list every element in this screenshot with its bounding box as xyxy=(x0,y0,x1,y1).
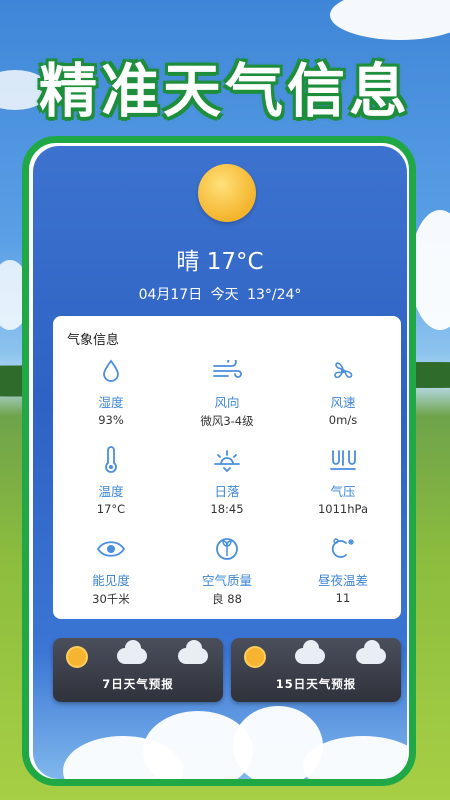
thermometer-icon xyxy=(53,445,169,475)
date-line: 04月17日 今天 13°/24° xyxy=(138,287,302,303)
info-item-air-quality: 空气质量 良 88 xyxy=(169,534,285,607)
wind-speed-icon xyxy=(285,356,401,386)
seven-day-forecast-label: 7日天气预报 xyxy=(102,677,174,691)
wind-direction-icon xyxy=(169,356,285,386)
partly-cloudy-icon xyxy=(294,640,325,664)
sun-icon xyxy=(68,648,87,666)
cloud-icon xyxy=(355,640,386,664)
card-title: 气象信息 xyxy=(67,333,120,348)
humidity-icon xyxy=(53,356,169,386)
info-item-visibility: 能见度 30千米 xyxy=(53,534,169,607)
forecast-weather-icons xyxy=(53,640,223,666)
leaf-icon xyxy=(169,534,285,564)
info-item-temperature: 温度 17°C xyxy=(53,445,169,516)
weather-info-card: 气象信息 湿度 93% 风向 微风3-4级 风速 0m/s 温度 17°C 日落… xyxy=(53,316,401,619)
info-item-wind-direction: 风向 微风3-4级 xyxy=(169,356,285,429)
promo-banner-title: 精准天气信息 xyxy=(38,57,411,125)
partly-cloudy-icon xyxy=(116,640,147,664)
pressure-icon xyxy=(285,445,401,475)
sky-cloud xyxy=(330,0,450,40)
info-item-temp-difference: 昼夜温差 11 xyxy=(285,534,401,605)
temperature-difference-icon xyxy=(285,534,401,564)
eye-icon xyxy=(53,534,169,564)
info-item-pressure: 气压 1011hPa xyxy=(285,445,401,516)
info-item-humidity: 湿度 93% xyxy=(53,356,169,427)
sunny-icon xyxy=(198,164,256,222)
weather-app-screen: 晴 17°C 04月17日 今天 13°/24° 气象信息 湿度 93% 风向 … xyxy=(33,146,407,779)
sun-icon xyxy=(246,648,265,666)
info-item-sunset: 日落 18:45 xyxy=(169,445,285,516)
fifteen-day-forecast-label: 15日天气预报 xyxy=(275,677,357,691)
info-item-wind-speed: 风速 0m/s xyxy=(285,356,401,427)
sky-cloud xyxy=(410,210,450,330)
current-condition: 晴 17°C xyxy=(176,249,264,275)
cloud-icon xyxy=(177,640,208,664)
forecast-weather-icons xyxy=(231,640,401,666)
sunset-icon xyxy=(169,445,285,475)
fifteen-day-forecast-button[interactable]: 15日天气预报 xyxy=(231,638,401,702)
seven-day-forecast-button[interactable]: 7日天气预报 xyxy=(53,638,223,702)
